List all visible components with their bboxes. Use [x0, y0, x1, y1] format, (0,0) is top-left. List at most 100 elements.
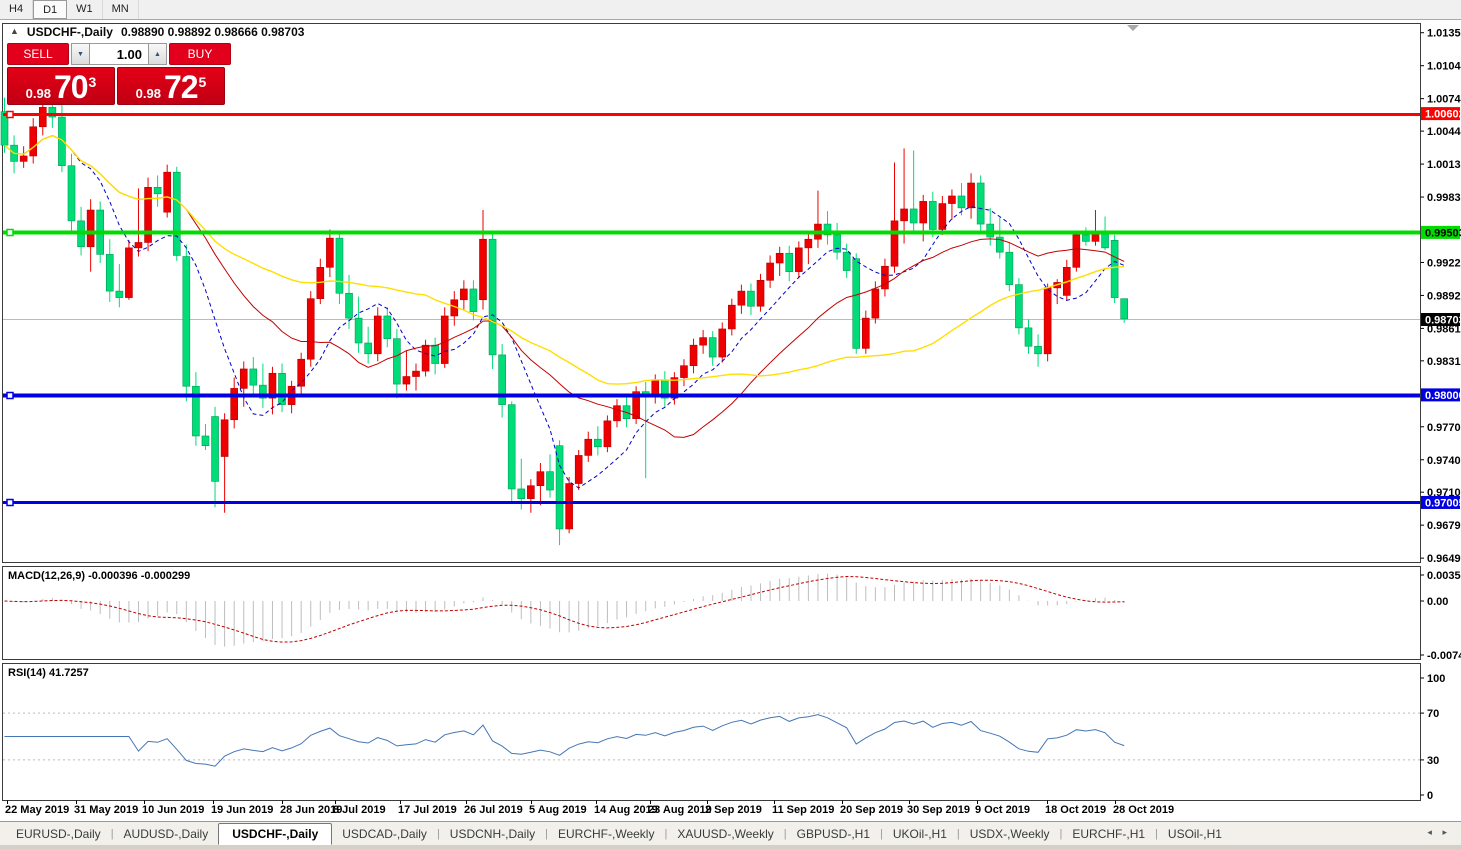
buy-price-box[interactable]: 0.98 72 5 — [117, 67, 225, 105]
tab-bar-items: EURUSD-,Daily|AUDUSD-,DailyUSDCHF-,Daily… — [0, 822, 1411, 845]
candle-body — [566, 484, 573, 529]
tab-usdchf-daily[interactable]: USDCHF-,Daily — [218, 823, 332, 845]
price-tick-label: 0.96490 — [1427, 553, 1461, 565]
tab-scroll-arrows: ◂ ▸ — [1411, 822, 1461, 838]
date-tick-label: 17 Jul 2019 — [398, 804, 457, 816]
candle-body — [690, 345, 697, 366]
candle-body — [422, 345, 429, 371]
candle-body — [891, 221, 898, 266]
volume-increase-button[interactable]: ▲ — [148, 43, 167, 65]
candle-body — [1006, 252, 1013, 284]
candle-body — [1015, 285, 1022, 328]
price-tick-label: 1.00440 — [1427, 126, 1461, 138]
rsi-line — [5, 715, 1125, 767]
candle-body — [250, 369, 257, 385]
candle-body — [1102, 233, 1109, 248]
candle-body — [1073, 235, 1080, 267]
candle-body — [212, 417, 219, 482]
sell-price-box[interactable]: 0.98 70 3 — [7, 67, 115, 105]
candle-body — [767, 263, 774, 280]
date-tick-label: 26 Jul 2019 — [464, 804, 523, 816]
chart-canvas: 1.013501.010451.007401.004401.001350.998… — [0, 0, 1461, 821]
hline-handle — [7, 393, 13, 399]
timeframe-h4-button[interactable]: H4 — [0, 0, 33, 19]
hline-0.97005[interactable] — [3, 500, 1420, 506]
candle-body — [1035, 346, 1042, 354]
hline-0.98000[interactable] — [3, 393, 1420, 399]
buy-button[interactable]: BUY — [169, 43, 231, 65]
volume-input[interactable] — [90, 43, 148, 65]
candle-body — [384, 316, 391, 339]
tab-scroll-left-icon[interactable]: ◂ — [1427, 827, 1436, 837]
tab-usdx-weekly[interactable]: USDX-,Weekly — [960, 824, 1060, 844]
candle-body — [1025, 328, 1032, 346]
rsi-tick-label: 30 — [1427, 755, 1439, 767]
candle-body — [757, 280, 764, 306]
rsi-label: RSI(14) 41.7257 — [8, 667, 89, 679]
date-tick-label: 8 Jul 2019 — [333, 804, 386, 816]
candle-body — [862, 318, 869, 348]
chart-title: ▲ USDCHF-,Daily 0.98890 0.98892 0.98666 … — [10, 25, 304, 39]
candle-body — [604, 421, 611, 447]
candle-body — [1082, 235, 1089, 241]
hline-handle — [7, 112, 13, 118]
candle-body — [958, 196, 965, 208]
candle-body — [30, 127, 37, 156]
chart-shift-marker-icon — [1127, 25, 1139, 31]
tab-xauusd-weekly[interactable]: XAUUSD-,Weekly — [667, 824, 783, 844]
ohlc-quote-line: 0.98890 0.98892 0.98666 0.98703 — [121, 25, 305, 39]
candle-body — [183, 257, 190, 387]
candle-body — [403, 377, 410, 385]
candle-body — [709, 338, 716, 357]
tab-usdcad-daily[interactable]: USDCAD-,Daily — [332, 824, 437, 844]
candle-body — [87, 210, 94, 247]
candle-body — [374, 316, 381, 354]
hline-1.00602[interactable] — [3, 112, 1420, 118]
rsi-tick-label: 70 — [1427, 708, 1439, 720]
symbol-marker-icon: ▲ — [10, 26, 19, 36]
volume-decrease-button[interactable]: ▼ — [71, 43, 90, 65]
tab-scroll-right-icon[interactable]: ▸ — [1442, 827, 1451, 837]
sell-button[interactable]: SELL — [7, 43, 69, 65]
candle-body — [154, 187, 161, 193]
timeframe-d1-button[interactable]: D1 — [33, 0, 67, 19]
candle-body — [786, 253, 793, 271]
tab-ukoil-h1[interactable]: UKOil-,H1 — [883, 824, 957, 844]
candle-body — [575, 455, 582, 483]
tab-audusd-daily[interactable]: AUDUSD-,Daily — [114, 824, 219, 844]
rsi-axis: 10070300 — [3, 673, 1445, 802]
ma-fast-line — [5, 136, 1125, 488]
candle-body — [680, 366, 687, 378]
tab-usoil-h1[interactable]: USOil-,H1 — [1158, 824, 1232, 844]
candle-body — [556, 446, 563, 529]
date-tick-label: 20 Sep 2019 — [840, 804, 903, 816]
candle-body — [106, 254, 113, 291]
date-tick-label: 2 Sep 2019 — [705, 804, 762, 816]
candle-body — [20, 156, 27, 161]
hline-0.99503[interactable] — [3, 230, 1420, 236]
candlestick-series — [1, 87, 1128, 545]
macd-tick-label: 0.003574 — [1427, 570, 1461, 582]
price-tick-label: 0.98920 — [1427, 290, 1461, 302]
candle-body — [298, 359, 305, 386]
price-tick-label: 0.99225 — [1427, 257, 1461, 269]
tab-eurusd-daily[interactable]: EURUSD-,Daily — [6, 824, 111, 844]
candle-body — [202, 436, 209, 446]
timeframe-w1-button[interactable]: W1 — [67, 0, 103, 19]
candle-body — [738, 291, 745, 305]
candle-body — [326, 238, 333, 267]
tab-eurchf-weekly[interactable]: EURCHF-,Weekly — [548, 824, 664, 844]
volume-stepper: ▼ ▲ — [71, 43, 167, 65]
candle-body — [939, 204, 946, 230]
tab-gbpusd-h1[interactable]: GBPUSD-,H1 — [787, 824, 880, 844]
price-tick-label: 0.99830 — [1427, 192, 1461, 204]
candle-body — [346, 293, 353, 318]
tab-eurchf-h1[interactable]: EURCHF-,H1 — [1062, 824, 1155, 844]
one-click-trading-panel: SELL ▼ ▲ BUY 0.98 70 3 0.98 72 5 — [7, 43, 225, 105]
tab-usdcnh-daily[interactable]: USDCNH-,Daily — [440, 824, 545, 844]
candle-body — [135, 242, 142, 247]
timeframe-mn-button[interactable]: MN — [103, 0, 139, 19]
price-tick-label: 1.01350 — [1427, 28, 1461, 40]
candle-body — [164, 172, 171, 212]
price-tag-0.98000: 0.98000 — [1421, 388, 1461, 402]
